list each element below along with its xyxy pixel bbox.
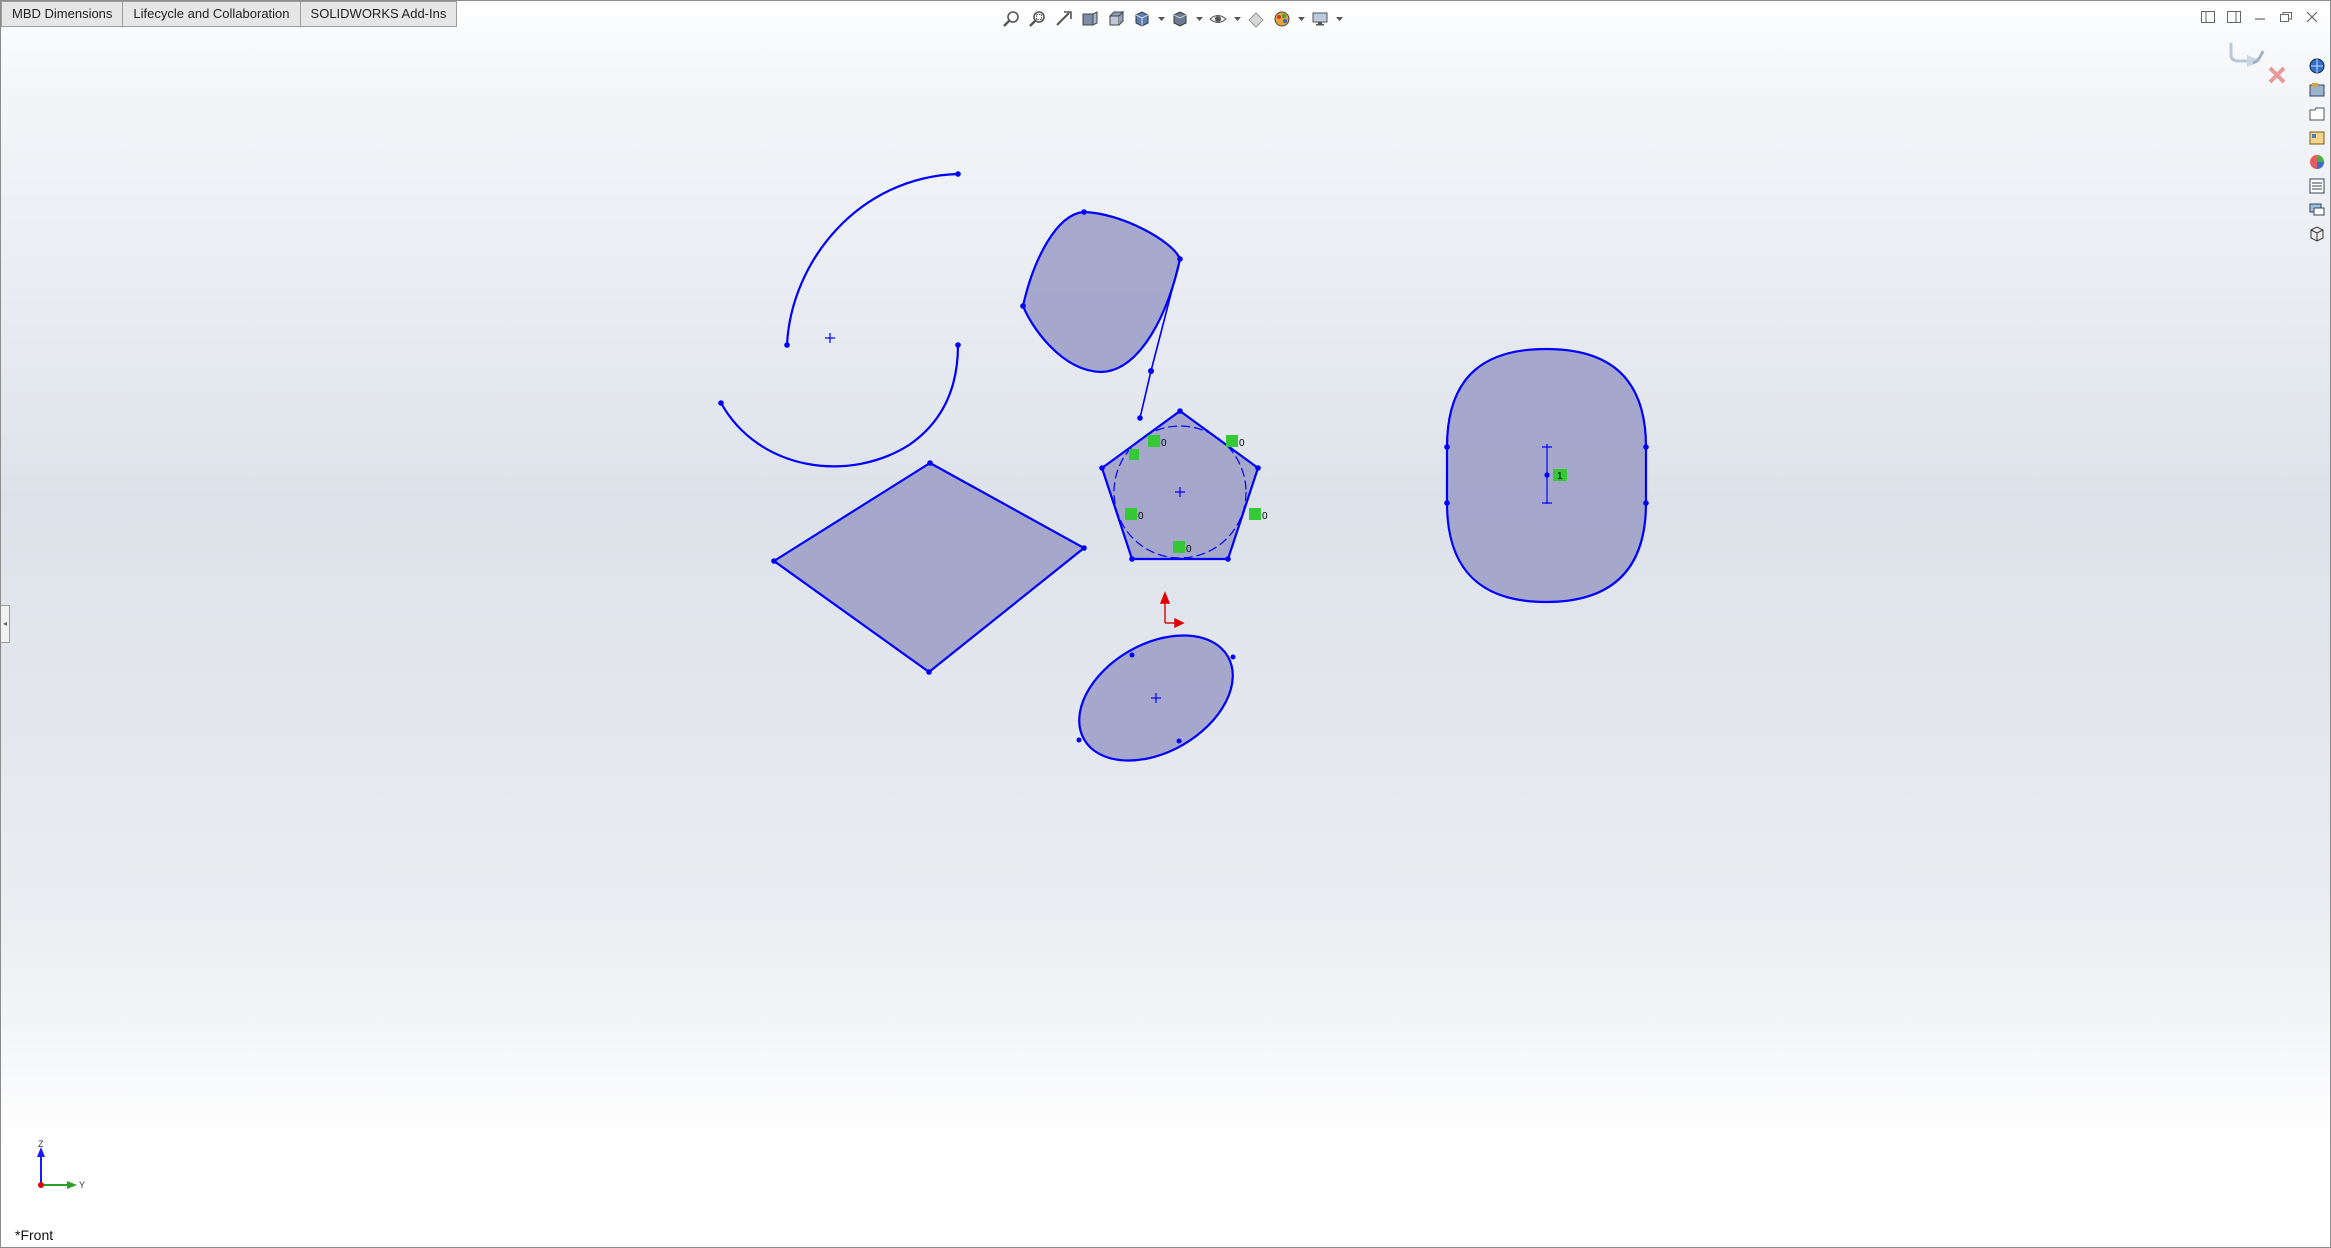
sketch-arc-center bbox=[825, 333, 835, 343]
relation-badge[interactable]: 0 bbox=[1249, 508, 1268, 522]
relation-badge[interactable]: 0 bbox=[1148, 435, 1167, 449]
relation-badge[interactable] bbox=[1129, 449, 1139, 460]
svg-text:0: 0 bbox=[1138, 511, 1144, 522]
sketch-point[interactable] bbox=[1225, 556, 1231, 562]
sketch-origin bbox=[1159, 591, 1185, 629]
relation-badge[interactable]: 0 bbox=[1226, 435, 1245, 449]
sketch-point[interactable] bbox=[718, 400, 724, 406]
sketch-point[interactable] bbox=[1129, 556, 1135, 562]
sketch-point[interactable] bbox=[1020, 303, 1026, 309]
sketch-parallelogram[interactable] bbox=[772, 461, 1086, 674]
sketch-point[interactable] bbox=[1176, 738, 1182, 744]
sketch-point[interactable] bbox=[927, 460, 933, 466]
svg-text:0: 0 bbox=[1239, 438, 1245, 449]
sketch-point[interactable] bbox=[1444, 444, 1450, 450]
sketch-point[interactable] bbox=[1230, 654, 1236, 660]
sketch-point[interactable] bbox=[1148, 368, 1154, 374]
svg-text:0: 0 bbox=[1186, 544, 1192, 555]
sketch-point[interactable] bbox=[1177, 256, 1183, 262]
view-orientation-label: *Front bbox=[15, 1227, 54, 1243]
triad-z-label: Z bbox=[38, 1139, 44, 1149]
svg-text:1: 1 bbox=[1557, 471, 1563, 482]
sketch-point[interactable] bbox=[1129, 652, 1135, 658]
sketch-polygon-pentagon[interactable] bbox=[1100, 409, 1260, 561]
svg-text:0: 0 bbox=[1161, 438, 1167, 449]
graphics-area[interactable]: 0 0 0 0 0 1 bbox=[1, 1, 2331, 1248]
relation-badge[interactable]: 1 bbox=[1553, 469, 1567, 482]
relation-badge[interactable]: 0 bbox=[1125, 508, 1144, 522]
sketch-arc-upper[interactable] bbox=[785, 172, 959, 346]
sketch-point[interactable] bbox=[1177, 408, 1183, 414]
sketch-point[interactable] bbox=[1099, 465, 1105, 471]
sketch-arc-lower[interactable] bbox=[720, 344, 960, 468]
relation-badge[interactable]: 0 bbox=[1173, 541, 1192, 555]
sketch-point[interactable] bbox=[1643, 500, 1649, 506]
sketch-point[interactable] bbox=[1076, 737, 1082, 743]
sketch-point[interactable] bbox=[1081, 545, 1087, 551]
sketch-point[interactable] bbox=[1544, 472, 1550, 478]
sketch-point[interactable] bbox=[1643, 444, 1649, 450]
reference-triad: Z Y bbox=[37, 1139, 85, 1190]
sketch-point[interactable] bbox=[926, 669, 932, 675]
sketch-point[interactable] bbox=[1444, 500, 1450, 506]
sketch-entities bbox=[720, 172, 1648, 762]
solidworks-window: MBD Dimensions Lifecycle and Collaborati… bbox=[0, 0, 2331, 1248]
sketch-point[interactable] bbox=[1137, 415, 1143, 421]
sketch-point[interactable] bbox=[771, 558, 777, 564]
triad-y-label: Y bbox=[79, 1180, 85, 1190]
sketch-point[interactable] bbox=[955, 342, 961, 348]
sketch-point[interactable] bbox=[1081, 209, 1087, 215]
svg-text:0: 0 bbox=[1262, 511, 1268, 522]
sketch-point[interactable] bbox=[784, 342, 790, 348]
sketch-point[interactable] bbox=[1255, 465, 1261, 471]
sketch-point[interactable] bbox=[955, 171, 961, 177]
